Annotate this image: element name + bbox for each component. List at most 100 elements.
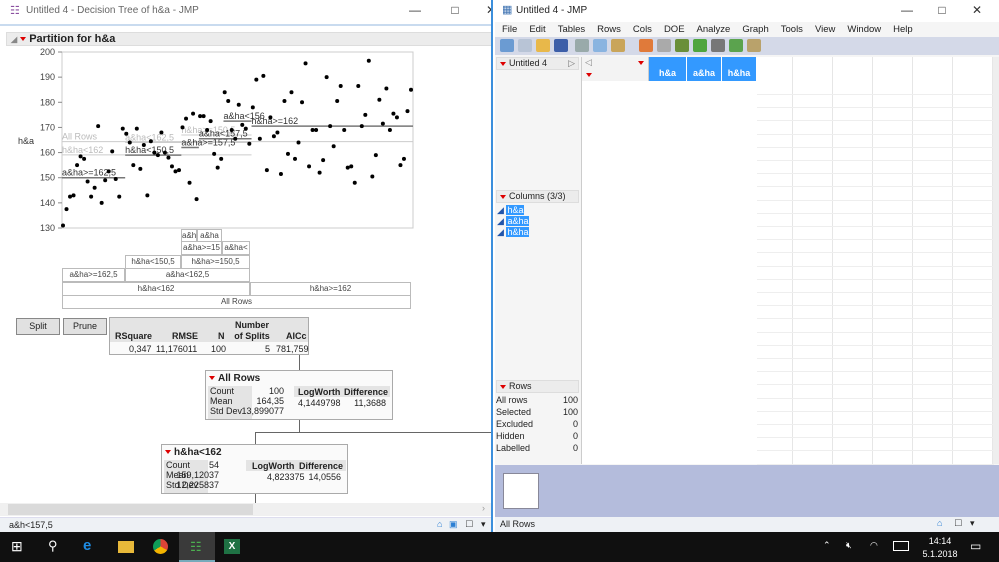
table-row[interactable]: 7154,5141,5136,5 bbox=[495, 160, 999, 173]
column-header[interactable]: h&a bbox=[649, 57, 687, 81]
table-row[interactable]: 6164140,5135,5 bbox=[495, 147, 999, 160]
calculator-icon[interactable] bbox=[657, 39, 672, 52]
table-row[interactable]: 20168151150 bbox=[495, 332, 999, 345]
menu-tables[interactable]: Tables bbox=[558, 24, 585, 35]
report-header[interactable]: ◢ Partition for h&a bbox=[6, 32, 491, 46]
table-row[interactable]: 11153169168 bbox=[495, 213, 999, 226]
partition-bar-cell[interactable]: h&ha<150,5 bbox=[125, 255, 181, 269]
window-square-icon[interactable]: □ bbox=[955, 517, 962, 529]
table-row[interactable]: 4154156151 bbox=[495, 121, 999, 134]
menu-graph[interactable]: Graph bbox=[742, 24, 768, 35]
jmp-taskbar-button[interactable]: ☷ bbox=[179, 532, 215, 562]
search-icon[interactable]: ⚲ bbox=[48, 538, 58, 554]
menu-cols[interactable]: Cols bbox=[633, 24, 652, 35]
table-row[interactable]: 22165,5151174 bbox=[495, 358, 999, 371]
table-row[interactable]: 26180,5129152 bbox=[495, 411, 999, 424]
chrome-icon[interactable] bbox=[153, 539, 168, 554]
table-row[interactable]: 8160154149 bbox=[495, 173, 999, 186]
grid-icon[interactable] bbox=[675, 39, 690, 52]
report-thumbnail[interactable] bbox=[503, 473, 539, 509]
home-icon[interactable]: ⌂ bbox=[437, 519, 442, 529]
menu-analyze[interactable]: Analyze bbox=[697, 24, 731, 35]
window-square-icon[interactable]: □ bbox=[466, 518, 473, 530]
open-folder-icon[interactable] bbox=[536, 39, 550, 52]
paste-icon[interactable] bbox=[610, 39, 625, 52]
table-row[interactable]: 21170,5162,5185,5 bbox=[495, 345, 999, 358]
arrow-icon[interactable] bbox=[729, 39, 744, 52]
table-row[interactable]: 2149162,5157,5 bbox=[495, 94, 999, 107]
row-menu-icon[interactable] bbox=[586, 73, 592, 77]
new-table-icon[interactable] bbox=[500, 39, 514, 52]
table-row[interactable]: 24170,5144,5167,5 bbox=[495, 385, 999, 398]
table-row[interactable]: 29168161,5184,5 bbox=[495, 451, 999, 464]
maximize-button[interactable]: □ bbox=[927, 3, 957, 19]
menu-view[interactable]: View bbox=[815, 24, 835, 35]
menu-tools[interactable]: Tools bbox=[781, 24, 803, 35]
collapse-icon[interactable]: ▷ bbox=[568, 58, 575, 69]
clock-date[interactable]: 5.1.2018 bbox=[918, 549, 962, 559]
volume-icon[interactable]: 🔇︎ bbox=[846, 540, 852, 551]
table-row[interactable]: 23159151174 bbox=[495, 371, 999, 384]
bar-chart-icon[interactable] bbox=[693, 39, 708, 52]
dropdown-arrow-icon[interactable]: ▾ bbox=[481, 519, 486, 530]
partition-bar-cell[interactable]: All Rows bbox=[62, 295, 411, 309]
partition-bar-cell[interactable]: a&ha< bbox=[222, 241, 250, 255]
partition-bar-cell[interactable]: h&ha>=150,5 bbox=[181, 255, 250, 269]
column-header[interactable]: a&ha bbox=[687, 57, 722, 81]
file-explorer-icon[interactable] bbox=[118, 541, 134, 553]
menu-help[interactable]: Help bbox=[893, 24, 913, 35]
table-row[interactable]: 28176,5142,5165,5 bbox=[495, 437, 999, 450]
menu-edit[interactable]: Edit bbox=[529, 24, 545, 35]
table-row[interactable]: 25186,5148171 bbox=[495, 398, 999, 411]
table-row[interactable]: 16163135,5134,5 bbox=[495, 279, 999, 292]
table-row[interactable]: 10169156151 bbox=[495, 200, 999, 213]
vertical-scrollbar[interactable] bbox=[993, 57, 999, 464]
column-menu-icon[interactable] bbox=[638, 61, 644, 65]
table-row[interactable]: 14153151150 bbox=[495, 253, 999, 266]
clock-time[interactable]: 14:14 bbox=[925, 536, 955, 546]
left-arrow-icon[interactable]: ◁ bbox=[585, 57, 592, 68]
close-button[interactable]: ✕ bbox=[476, 3, 491, 19]
red-triangle-menu-icon[interactable] bbox=[165, 450, 171, 455]
partition-bar-cell[interactable]: h&ha<162 bbox=[62, 282, 250, 296]
split-button[interactable]: Split bbox=[16, 318, 60, 335]
chevron-up-icon[interactable]: ⌃ bbox=[823, 540, 831, 551]
partition-bar-cell[interactable]: a&ha<162,5 bbox=[125, 268, 250, 282]
axis-icon[interactable] bbox=[711, 39, 726, 52]
table-row[interactable]: 12148157,5156,5 bbox=[495, 226, 999, 239]
new-script-icon[interactable] bbox=[518, 39, 532, 52]
table-row[interactable]: 5170159,5154,5 bbox=[495, 134, 999, 147]
edit-script-icon[interactable] bbox=[747, 39, 762, 52]
partition-bar-cell[interactable]: h&ha>=162 bbox=[250, 282, 411, 296]
excel-icon[interactable]: X bbox=[224, 539, 240, 554]
table-row[interactable]: 13141,5157,5156,5 bbox=[495, 239, 999, 252]
table-row[interactable]: 9151,5173168 bbox=[495, 187, 999, 200]
red-triangle-menu-icon[interactable] bbox=[500, 61, 506, 66]
copy-icon[interactable] bbox=[592, 39, 607, 52]
table-row[interactable]: 15169154,5153,5 bbox=[495, 266, 999, 279]
prune-button[interactable]: Prune bbox=[63, 318, 107, 335]
table-row[interactable]: 3142,5162,5157,5 bbox=[495, 107, 999, 120]
close-button[interactable]: ✕ bbox=[962, 3, 992, 19]
start-button[interactable]: ⊞ bbox=[11, 538, 23, 555]
minimize-button[interactable]: — bbox=[400, 3, 430, 19]
grid-corner[interactable]: ◁ bbox=[582, 57, 649, 81]
home-icon[interactable]: ⌂ bbox=[937, 518, 942, 528]
menu-window[interactable]: Window bbox=[847, 24, 881, 35]
table-row[interactable]: 1154174169 bbox=[495, 81, 999, 94]
menu-file[interactable]: File bbox=[502, 24, 517, 35]
table-panel[interactable]: Untitled 4 ▷ bbox=[496, 57, 579, 70]
data-table-icon[interactable] bbox=[639, 39, 654, 52]
notifications-icon[interactable]: ▭ bbox=[970, 539, 981, 553]
partition-bar-cell[interactable]: a&ha>=15 bbox=[181, 241, 222, 255]
dropdown-arrow-icon[interactable]: ▾ bbox=[970, 518, 975, 529]
save-icon[interactable] bbox=[554, 39, 568, 52]
partition-bar-cell[interactable]: a&ha>=162,5 bbox=[62, 268, 125, 282]
table-row[interactable]: 19150,5168167 bbox=[495, 319, 999, 332]
table-row[interactable]: 18159149148 bbox=[495, 305, 999, 318]
menu-rows[interactable]: Rows bbox=[597, 24, 621, 35]
menu-doe[interactable]: DOE bbox=[664, 24, 685, 35]
disclosure-icon[interactable]: ◢ bbox=[11, 35, 17, 44]
column-header[interactable]: h&ha bbox=[722, 57, 757, 81]
edge-icon[interactable]: e bbox=[83, 537, 91, 554]
